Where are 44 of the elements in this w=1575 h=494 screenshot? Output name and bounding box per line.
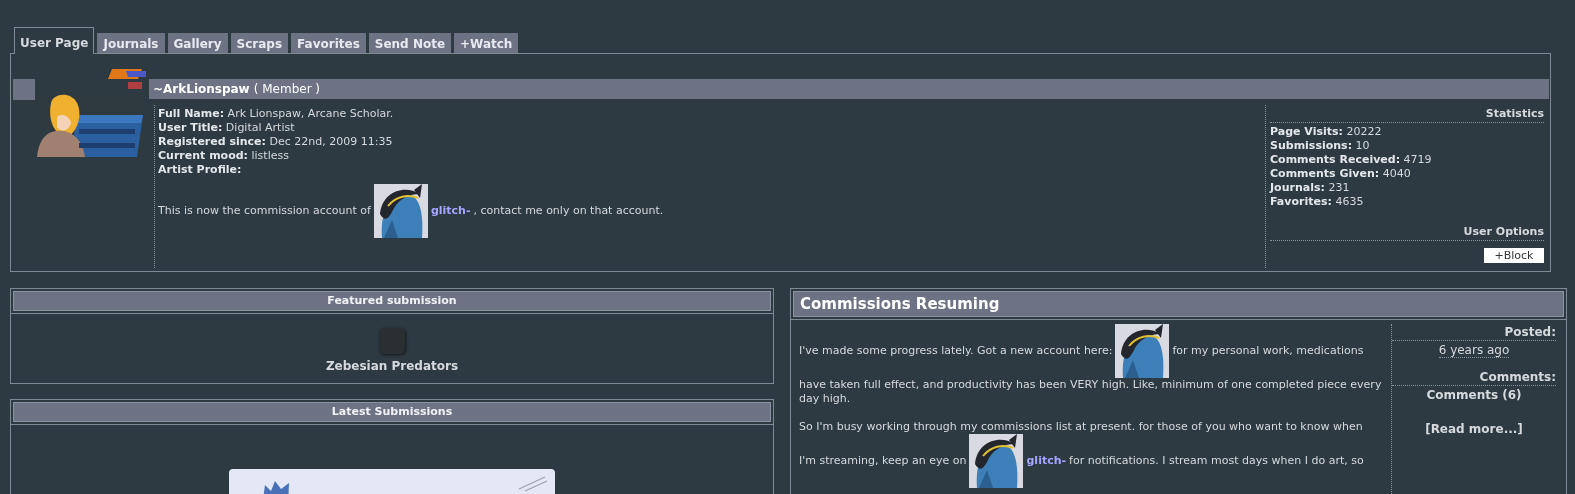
tab[interactable]: Journals [97, 33, 165, 53]
profile-field: Full Name: Ark Lionspaw, Arcane Scholar. [158, 107, 1262, 121]
journal-text: for my personal work, medications [1172, 344, 1364, 357]
submission-title-link[interactable]: Zebesian Predators [325, 359, 459, 373]
tab[interactable]: Send Note [368, 33, 452, 53]
journal-text: have taken full effect, and productivity has been VERY high. Like, minimum of one completed piece every day high. [799, 378, 1382, 405]
journal-text: for notifications. I stream most days when I do art, so [1069, 454, 1364, 467]
stat-row-text: Submissions: 10 [1270, 139, 1371, 153]
thumbnail-placeholder[interactable] [379, 328, 405, 354]
meta-label: Comments: [1392, 369, 1556, 386]
stat-row-text: Comments Received: 4719 [1270, 153, 1433, 167]
username-link[interactable]: ~ArkLionspaw [153, 82, 250, 96]
stat-row-text: Page Visits: 20222 [1270, 125, 1383, 139]
profile-field: Current mood: listless [158, 149, 1262, 163]
tab[interactable]: Favorites [291, 33, 366, 53]
posted-date: 6 years ago [1438, 343, 1510, 358]
tab[interactable]: Scraps [230, 33, 289, 53]
profile-field: User Title: Digital Artist [158, 121, 1262, 135]
stat-row-text: Favorites: 4635 [1270, 195, 1365, 209]
comments-link[interactable]: Comments (6) [1426, 388, 1522, 402]
user-role: ( Member ) [253, 82, 321, 96]
panel-title: Latest Submissions [13, 402, 771, 422]
avatar-placeholder [13, 79, 35, 100]
profile-field: Registered since: Dec 22nd, 2009 11:35 [158, 135, 1262, 149]
tab[interactable]: Gallery [167, 33, 228, 53]
journal-text: I've made some progress lately. Got a new account here: [799, 344, 1113, 357]
block-button[interactable]: +Block [1484, 248, 1544, 263]
profile-text: This is now the commission account of [158, 204, 371, 218]
journal-title: Commissions Resuming [793, 291, 1564, 317]
meta-label: Posted: [1392, 324, 1556, 341]
journal-text: So I'm busy working through my commissions list at present. for those of you who want to know when [799, 420, 1363, 433]
stat-row-text: Journals: 231 [1270, 181, 1351, 195]
tab[interactable]: User Page [14, 27, 95, 54]
stat-row-text: Comments Given: 4040 [1270, 167, 1412, 181]
panel-title: Featured submission [13, 291, 771, 311]
read-more-link[interactable]: [Read more...] [1425, 422, 1523, 436]
tab[interactable]: +Watch [454, 33, 519, 53]
journal-text: I'm streaming, keep an eye on [799, 454, 967, 467]
section-heading: Statistics [1270, 107, 1544, 123]
user-link[interactable]: glitch- [430, 204, 471, 218]
user-link[interactable]: glitch- [1026, 454, 1067, 467]
profile-field: Artist Profile: [158, 163, 1262, 177]
profile-text: , contact me only on that account. [473, 204, 664, 218]
section-heading: User Options [1270, 225, 1544, 241]
